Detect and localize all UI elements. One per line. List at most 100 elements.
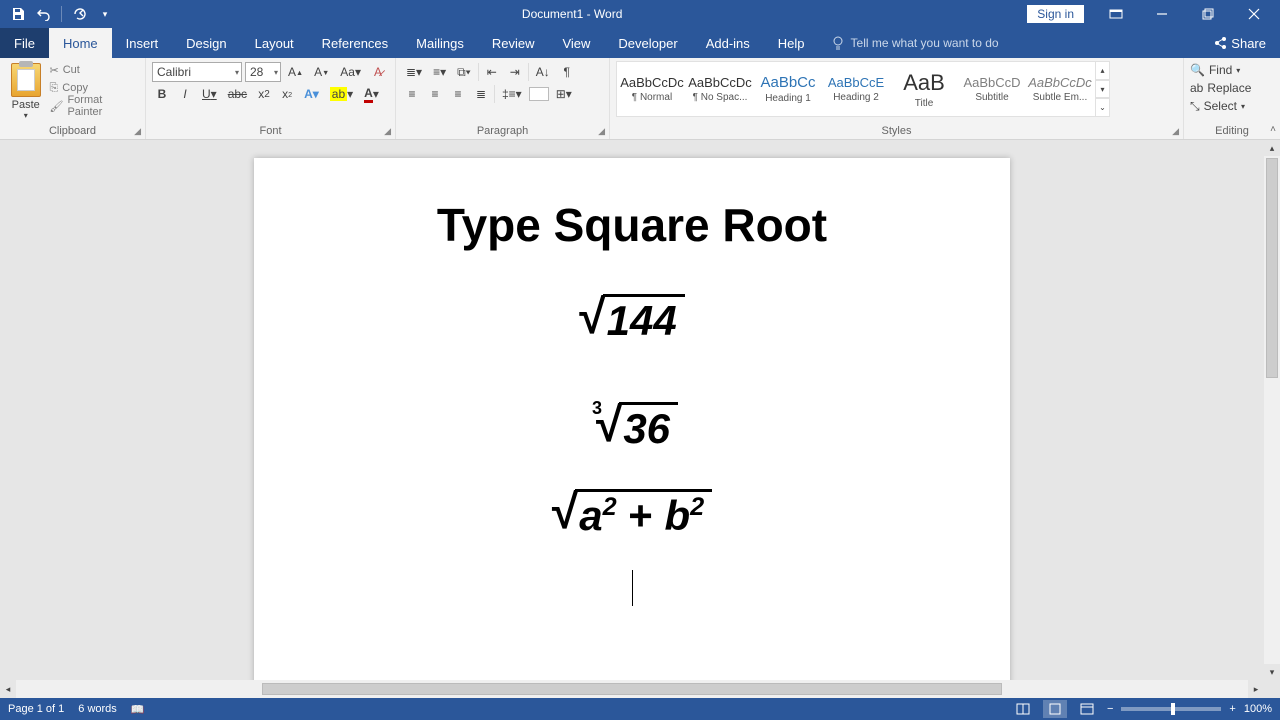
align-center-button[interactable]: ≡ <box>425 84 445 104</box>
zoom-in-button[interactable]: + <box>1229 703 1235 715</box>
customize-qat-icon[interactable]: ▾ <box>93 2 117 26</box>
paste-icon <box>11 63 41 97</box>
style-heading2[interactable]: AaBbCcEHeading 2 <box>823 64 889 114</box>
style-title[interactable]: AaBTitle <box>891 64 957 114</box>
tab-mailings[interactable]: Mailings <box>402 28 478 58</box>
show-marks-button[interactable]: ¶ <box>557 62 577 82</box>
scroll-up-icon[interactable]: ▴ <box>1264 140 1280 156</box>
increase-indent-button[interactable]: ⇥ <box>505 62 525 82</box>
underline-button[interactable]: U▾ <box>198 84 221 104</box>
multilevel-button[interactable]: ⧉▾ <box>453 62 475 82</box>
dialog-launcher-icon[interactable]: ◢ <box>384 126 391 137</box>
cut-button[interactable]: ✂Cut <box>49 61 139 79</box>
style-heading1[interactable]: AaBbCcHeading 1 <box>755 64 821 114</box>
tell-me-label: Tell me what you want to do <box>851 36 999 50</box>
superscript-button[interactable]: x2 <box>277 84 297 104</box>
grow-font-button[interactable]: A▲ <box>284 62 307 82</box>
font-color-button[interactable]: A▾ <box>360 84 383 104</box>
vertical-scrollbar[interactable]: ▴ ▾ <box>1264 140 1280 680</box>
gallery-more-icon[interactable]: ⌄ <box>1096 98 1110 117</box>
chevron-down-icon: ▾ <box>24 111 28 120</box>
web-layout-icon[interactable] <box>1075 700 1099 718</box>
align-right-button[interactable]: ≡ <box>448 84 468 104</box>
collapse-ribbon-icon[interactable]: ˄ <box>1270 124 1276 135</box>
redo-icon[interactable] <box>67 2 91 26</box>
shading-button[interactable] <box>529 87 549 101</box>
shrink-font-button[interactable]: A▼ <box>310 62 333 82</box>
scroll-thumb[interactable] <box>1266 158 1278 378</box>
justify-button[interactable]: ≣ <box>471 84 491 104</box>
bullets-button[interactable]: ≣▾ <box>402 62 426 82</box>
line-spacing-button[interactable]: ‡≡▾ <box>498 84 526 104</box>
equation-cuberoot36[interactable]: 3√36 <box>586 381 678 453</box>
tab-home[interactable]: Home <box>49 28 112 58</box>
zoom-slider[interactable] <box>1121 707 1221 711</box>
numbering-button[interactable]: ≡▾ <box>429 62 450 82</box>
clear-formatting-button[interactable]: A̷ <box>368 62 388 82</box>
strikethrough-button[interactable]: abc <box>224 84 251 104</box>
find-button[interactable]: 🔍Find▾ <box>1190 61 1274 79</box>
bold-button[interactable]: B <box>152 84 172 104</box>
gallery-up-icon[interactable]: ▴ <box>1096 61 1110 80</box>
sign-in-button[interactable]: Sign in <box>1027 5 1084 23</box>
share-button[interactable]: Share <box>1199 28 1280 58</box>
font-size-select[interactable]: 28 <box>245 62 281 82</box>
tab-file[interactable]: File <box>0 28 49 58</box>
select-button[interactable]: ⤡Select▾ <box>1190 97 1274 115</box>
ribbon-display-icon[interactable] <box>1094 0 1138 28</box>
close-icon[interactable] <box>1232 0 1276 28</box>
style-no-spacing[interactable]: AaBbCcDc¶ No Spac... <box>687 64 753 114</box>
style-normal[interactable]: AaBbCcDc¶ Normal <box>619 64 685 114</box>
scroll-left-icon[interactable]: ◂ <box>0 680 16 698</box>
tab-design[interactable]: Design <box>172 28 240 58</box>
tab-view[interactable]: View <box>548 28 604 58</box>
document-page[interactable]: Type Square Root √144 3√36 √a2 + b2 <box>254 158 1010 680</box>
read-mode-icon[interactable] <box>1011 700 1035 718</box>
page-area[interactable]: Type Square Root √144 3√36 √a2 + b2 <box>0 140 1264 680</box>
align-left-button[interactable]: ≡ <box>402 84 422 104</box>
equation-pythagoras[interactable]: √a2 + b2 <box>552 489 712 540</box>
borders-button[interactable]: ⊞▾ <box>552 84 576 104</box>
group-label: Font <box>146 125 395 137</box>
tab-insert[interactable]: Insert <box>112 28 173 58</box>
paste-button[interactable]: Paste ▾ <box>6 61 45 121</box>
scroll-thumb[interactable] <box>262 683 1001 695</box>
scroll-right-icon[interactable]: ▸ <box>1248 680 1264 698</box>
tell-me[interactable]: Tell me what you want to do <box>819 28 999 58</box>
scroll-down-icon[interactable]: ▾ <box>1264 664 1280 680</box>
font-name-select[interactable]: Calibri <box>152 62 242 82</box>
subscript-button[interactable]: x2 <box>254 84 274 104</box>
dialog-launcher-icon[interactable]: ◢ <box>598 126 605 137</box>
dialog-launcher-icon[interactable]: ◢ <box>1172 126 1179 137</box>
sort-button[interactable]: A↓ <box>532 62 554 82</box>
page-count[interactable]: Page 1 of 1 <box>8 703 64 715</box>
dialog-launcher-icon[interactable]: ◢ <box>134 126 141 137</box>
tab-layout[interactable]: Layout <box>241 28 308 58</box>
tab-help[interactable]: Help <box>764 28 819 58</box>
tab-review[interactable]: Review <box>478 28 549 58</box>
undo-icon[interactable] <box>32 2 56 26</box>
replace-button[interactable]: abReplace <box>1190 79 1274 97</box>
style-subtle-emphasis[interactable]: AaBbCcDcSubtle Em... <box>1027 64 1093 114</box>
minimize-icon[interactable] <box>1140 0 1184 28</box>
highlight-button[interactable]: ab▾ <box>326 84 357 104</box>
equation-sqrt144[interactable]: √144 <box>579 294 684 345</box>
tab-developer[interactable]: Developer <box>604 28 691 58</box>
save-icon[interactable] <box>6 2 30 26</box>
word-count[interactable]: 6 words <box>78 703 117 715</box>
spellcheck-icon[interactable]: 📖 <box>131 703 145 716</box>
text-effects-button[interactable]: A▾ <box>300 84 323 104</box>
style-subtitle[interactable]: AaBbCcDSubtitle <box>959 64 1025 114</box>
tab-references[interactable]: References <box>308 28 402 58</box>
change-case-button[interactable]: Aa▾ <box>336 62 365 82</box>
horizontal-scrollbar[interactable]: ◂ ▸ <box>0 680 1264 698</box>
print-layout-icon[interactable] <box>1043 700 1067 718</box>
maximize-icon[interactable] <box>1186 0 1230 28</box>
zoom-level[interactable]: 100% <box>1244 703 1272 715</box>
gallery-down-icon[interactable]: ▾ <box>1096 80 1110 99</box>
zoom-out-button[interactable]: − <box>1107 703 1113 715</box>
italic-button[interactable]: I <box>175 84 195 104</box>
format-painter-button[interactable]: 🖌Format Painter <box>49 97 139 115</box>
decrease-indent-button[interactable]: ⇤ <box>482 62 502 82</box>
tab-addins[interactable]: Add-ins <box>692 28 764 58</box>
